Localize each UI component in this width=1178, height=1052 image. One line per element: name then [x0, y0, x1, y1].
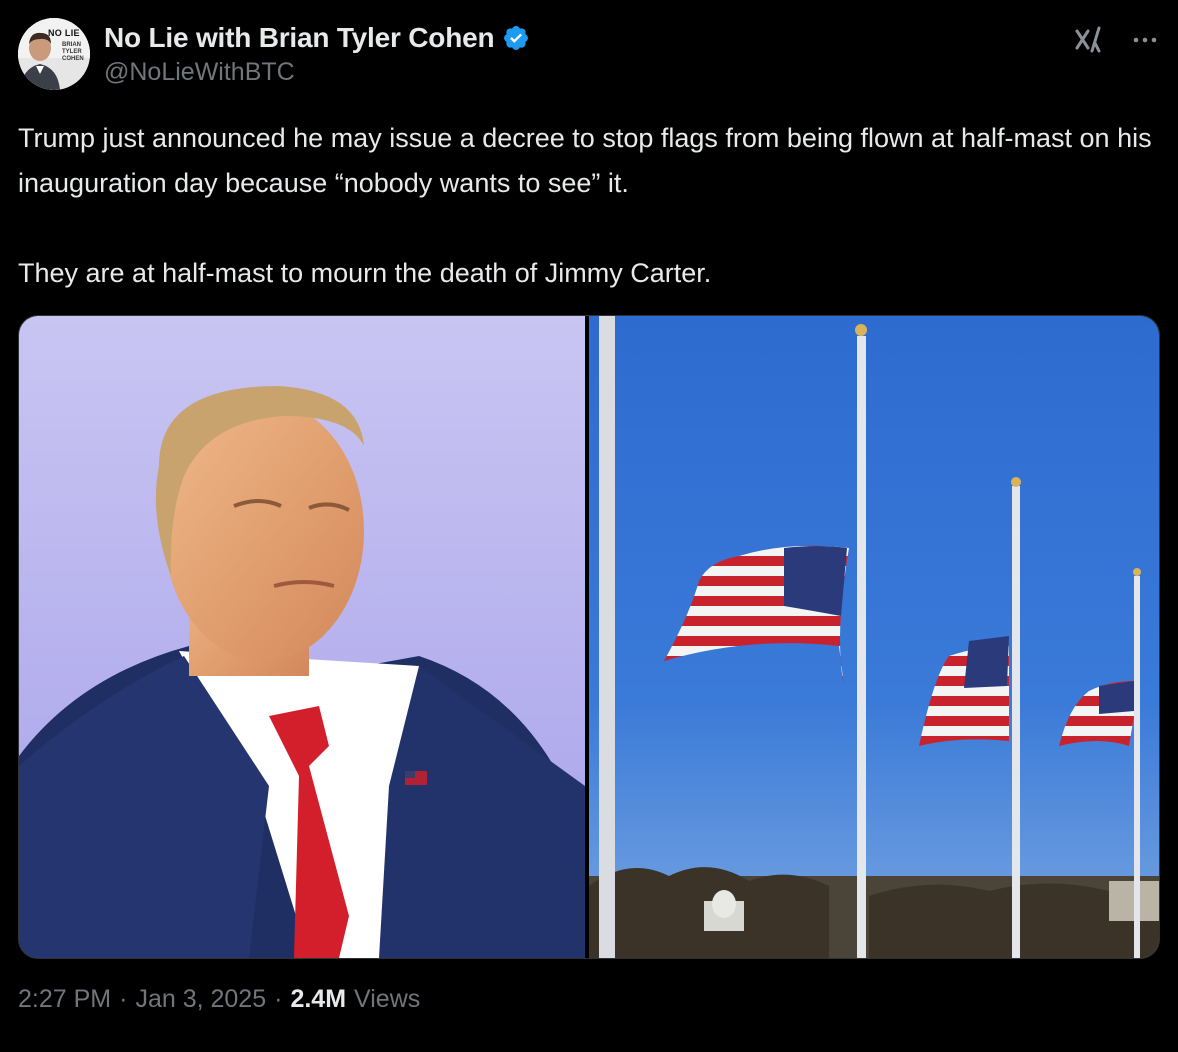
footer-separator: · — [274, 985, 283, 1013]
post: NO LIE BRIAN TYLER COHEN No Lie with Bri… — [0, 0, 1178, 1052]
post-footer: 2:27 PM · Jan 3, 2025 · 2.4M Views — [18, 985, 420, 1014]
tweet-text: Trump just announced he may issue a decr… — [18, 116, 1163, 296]
post-time[interactable]: 2:27 PM — [18, 985, 111, 1014]
display-name[interactable]: No Lie with Brian Tyler Cohen — [104, 22, 495, 54]
media-photo-flags[interactable] — [589, 316, 1159, 958]
avatar-sub-text: BRIAN TYLER COHEN — [62, 42, 84, 62]
avatar[interactable]: NO LIE BRIAN TYLER COHEN — [18, 18, 90, 90]
top-right-actions — [1072, 24, 1160, 61]
post-date[interactable]: Jan 3, 2025 — [135, 985, 266, 1014]
footer-separator: · — [119, 985, 128, 1013]
views-label: Views — [354, 985, 421, 1013]
author-names: No Lie with Brian Tyler Cohen @NoLieWith… — [104, 22, 530, 87]
verified-badge-icon[interactable] — [502, 24, 530, 52]
media-photo-portrait[interactable] — [19, 316, 585, 958]
tweet-paragraph-1: Trump just announced he may issue a decr… — [18, 123, 1152, 198]
media-grid — [18, 315, 1160, 959]
views-count: 2.4M — [290, 985, 347, 1013]
more-options-icon[interactable] — [1130, 25, 1160, 60]
avatar-badge-text: NO LIE — [48, 28, 80, 38]
tweet-paragraph-2: They are at half-mast to mourn the death… — [18, 258, 712, 288]
handle[interactable]: @NoLieWithBTC — [104, 58, 530, 87]
post-header: NO LIE BRIAN TYLER COHEN No Lie with Bri… — [18, 18, 1160, 94]
grok-icon[interactable] — [1072, 24, 1104, 61]
display-name-row: No Lie with Brian Tyler Cohen — [104, 22, 530, 54]
